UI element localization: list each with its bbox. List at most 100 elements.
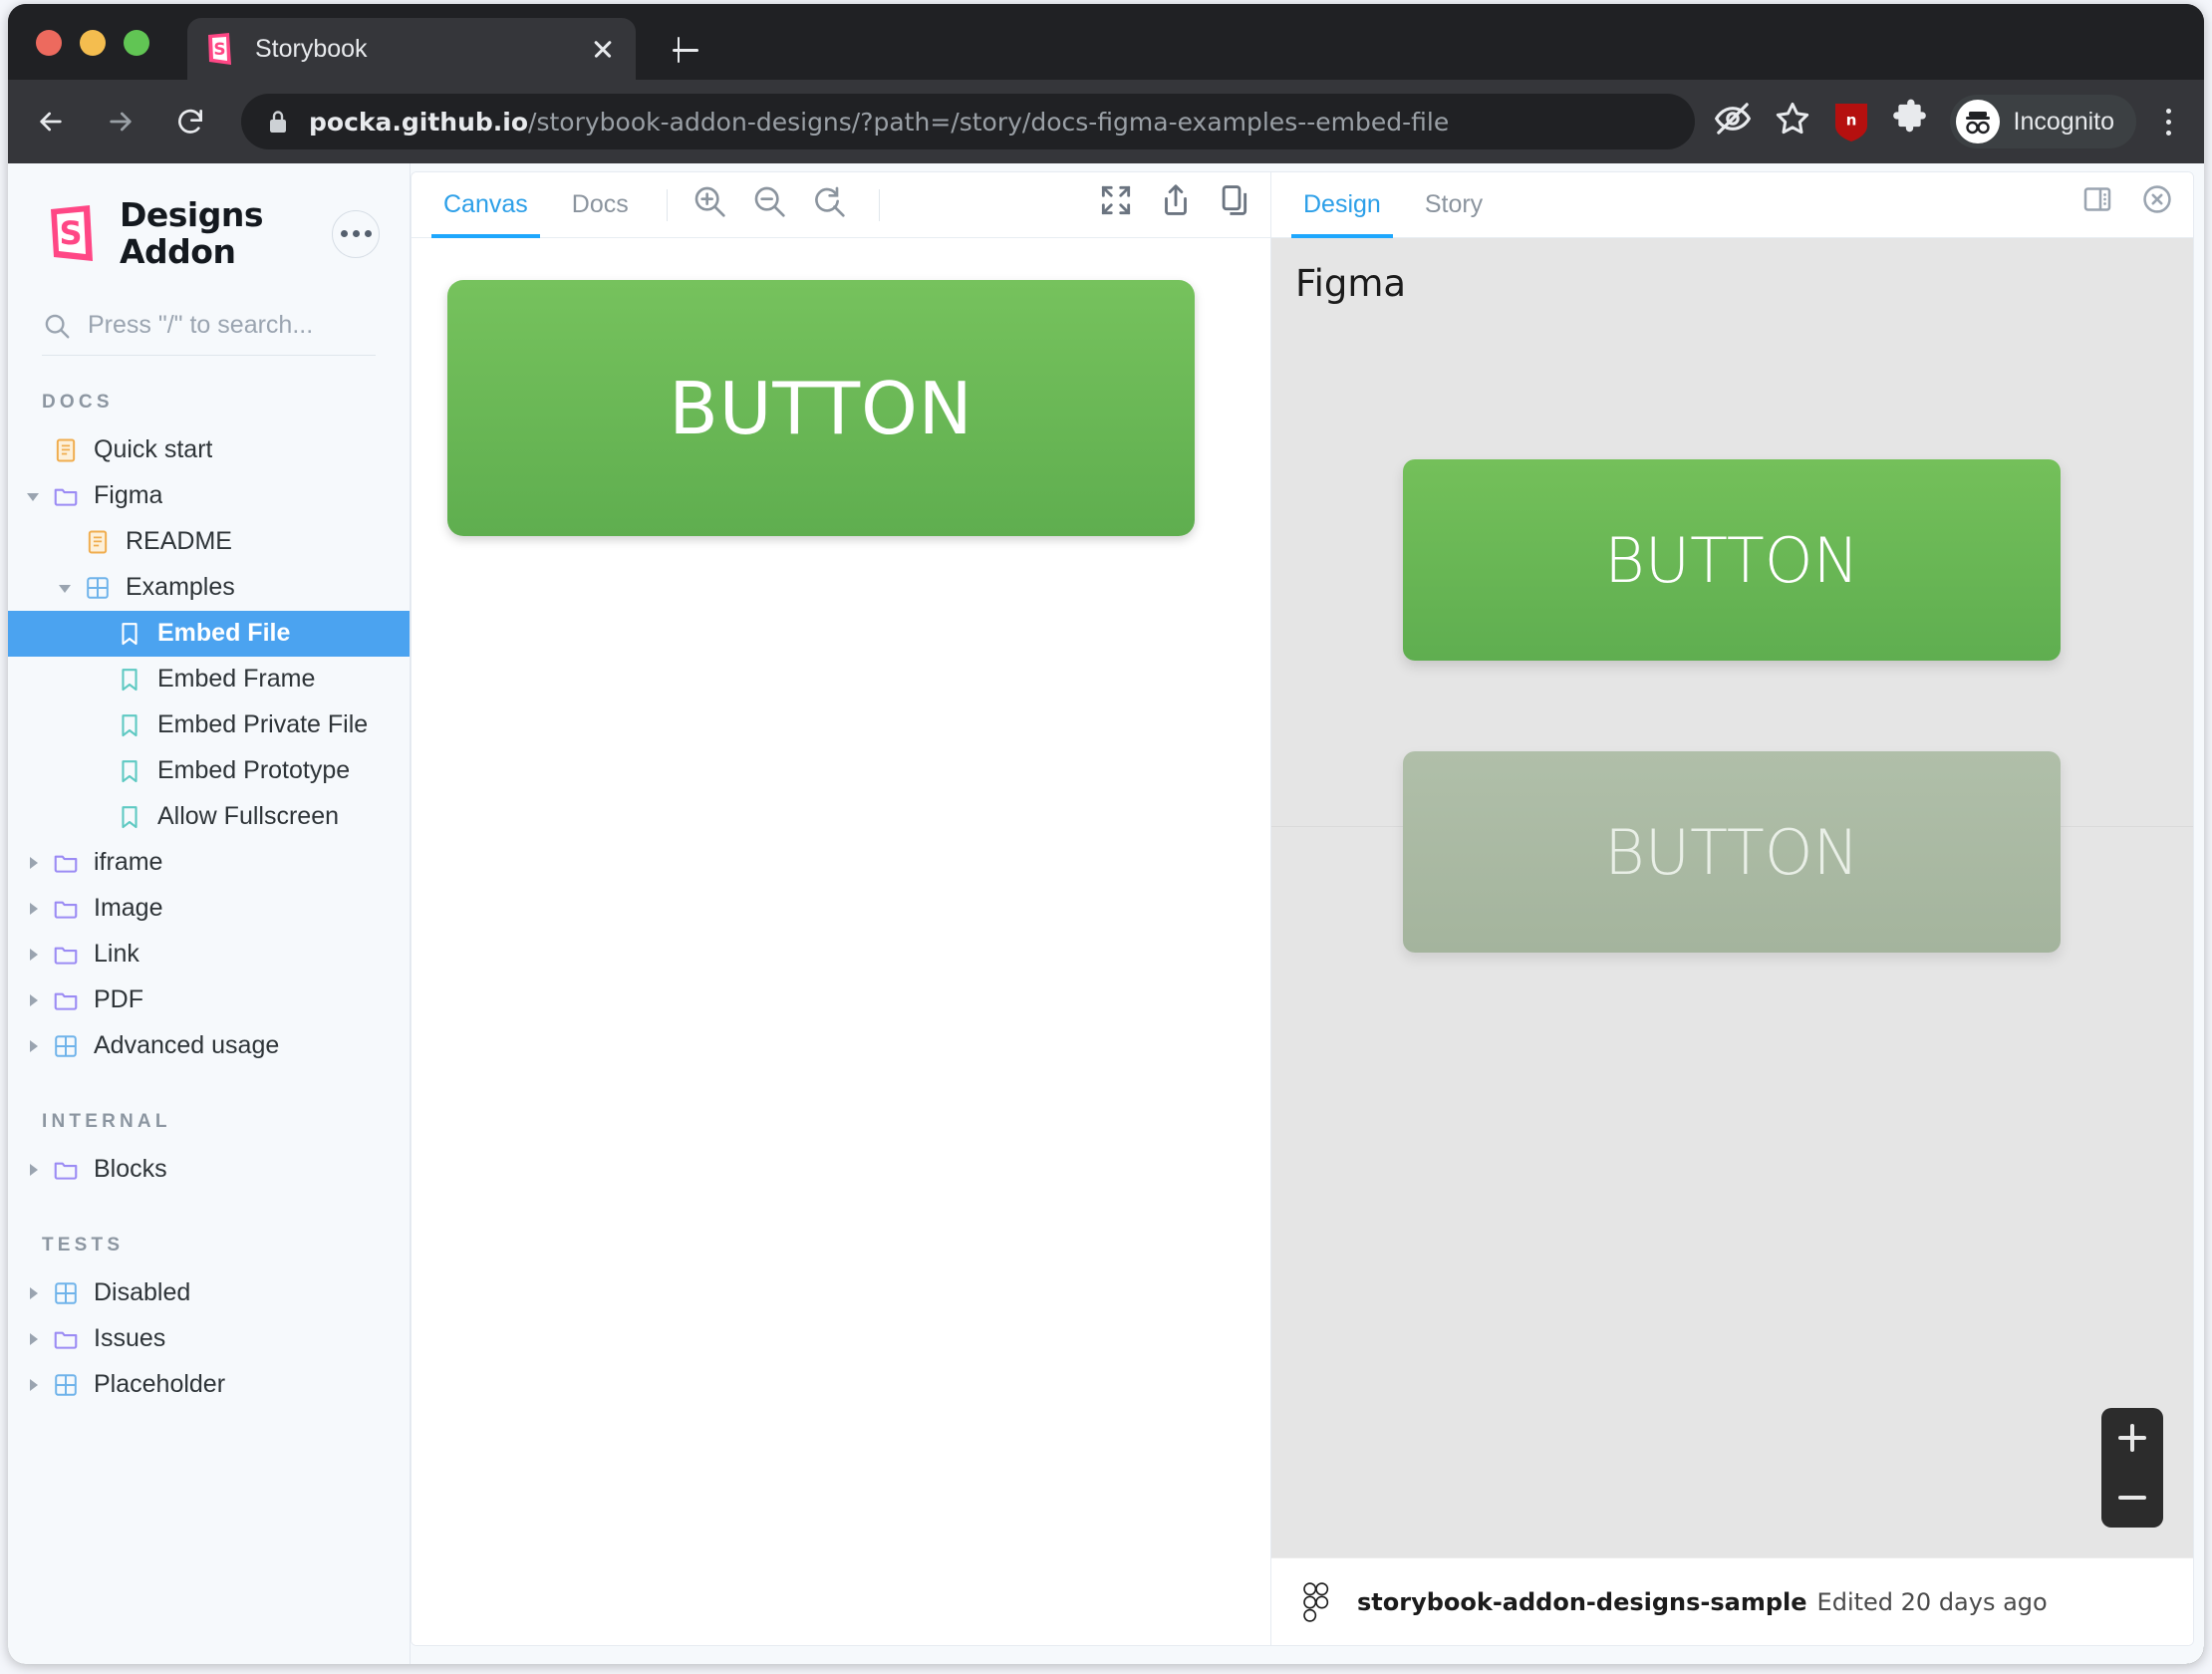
sidebar-group-label: DOCS <box>8 392 410 414</box>
storybook-sidebar: S Designs Addon DOCSQu <box>8 163 411 1664</box>
zoom-in-icon[interactable] <box>690 181 737 229</box>
figma-footer: storybook-addon-designs-sample Edited 20… <box>1271 1557 2193 1645</box>
chevron-right-icon[interactable] <box>24 1270 46 1316</box>
tab-docs-label: Docs <box>572 190 629 219</box>
zoom-out-icon[interactable] <box>749 181 797 229</box>
figma-embed[interactable]: Figma BUTTON BUTTON <box>1271 238 2193 1557</box>
chevron-down-icon[interactable] <box>56 565 78 611</box>
more-options-icon[interactable] <box>332 210 380 258</box>
tab-docs[interactable]: Docs <box>550 172 651 237</box>
sidebar-item-allow-fullscreen[interactable]: Allow Fullscreen <box>8 794 410 840</box>
sidebar-item-blocks[interactable]: Blocks <box>8 1147 410 1193</box>
sidebar-brand: Designs Addon <box>120 197 332 271</box>
puzzle-piece-icon[interactable] <box>1890 99 1936 144</box>
story-icon <box>116 666 143 694</box>
sidebar-item-link[interactable]: Link <box>8 932 410 977</box>
folder-icon <box>52 1325 80 1353</box>
chevron-right-icon[interactable] <box>24 886 46 932</box>
sidebar-item-pdf[interactable]: PDF <box>8 977 410 1023</box>
url-host: pocka.github.io <box>309 108 528 137</box>
figma-edited-text: Edited 20 days ago <box>1817 1588 2048 1616</box>
forward-arrow-icon[interactable] <box>94 95 147 148</box>
back-arrow-icon[interactable] <box>24 95 78 148</box>
sidebar-group-label: INTERNAL <box>8 1111 410 1133</box>
sidebar-item-advanced-usage[interactable]: Advanced usage <box>8 1023 410 1069</box>
reload-icon[interactable] <box>163 95 217 148</box>
sidebar-item-embed-frame[interactable]: Embed Frame <box>8 657 410 702</box>
story-canvas: BUTTON <box>412 238 1270 1645</box>
tab-story[interactable]: Story <box>1403 172 1505 237</box>
browser-tab[interactable]: S Storybook <box>187 18 636 80</box>
panel-position-icon[interactable] <box>2079 181 2127 229</box>
sidebar-item-label: iframe <box>94 848 162 877</box>
copy-link-icon[interactable] <box>1217 181 1264 229</box>
figma-zoom-out-button[interactable] <box>2101 1468 2163 1528</box>
window-close-button[interactable] <box>36 30 62 56</box>
figma-zoom-in-button[interactable] <box>2101 1408 2163 1468</box>
chevron-right-icon[interactable] <box>24 1316 46 1362</box>
figma-button-enabled-label: BUTTON <box>1604 524 1859 597</box>
tab-design[interactable]: Design <box>1281 172 1403 237</box>
chevron-right-icon[interactable] <box>24 977 46 1023</box>
figma-button-enabled[interactable]: BUTTON <box>1403 459 2061 661</box>
sidebar-item-label: Embed Frame <box>157 665 315 694</box>
tab-canvas[interactable]: Canvas <box>421 172 550 237</box>
chevron-right-icon[interactable] <box>24 932 46 977</box>
figma-logo-icon <box>1299 1582 1333 1622</box>
url-bar[interactable]: pocka.github.io/storybook-addon-designs/… <box>241 94 1695 149</box>
caret-spacer <box>24 427 46 473</box>
addon-panel: Design Story <box>1271 172 2193 1645</box>
chevron-right-icon[interactable] <box>24 1362 46 1408</box>
sidebar-item-readme[interactable]: README <box>8 519 410 565</box>
component-icon <box>52 1371 80 1399</box>
sidebar-item-examples[interactable]: Examples <box>8 565 410 611</box>
tab-close-icon[interactable] <box>586 32 620 66</box>
storybook-logo-icon: S <box>42 203 104 265</box>
figma-file-name: storybook-addon-designs-sample <box>1357 1588 1807 1616</box>
window-maximize-button[interactable] <box>124 30 149 56</box>
document-icon <box>84 528 112 556</box>
sidebar-item-figma[interactable]: Figma <box>8 473 410 519</box>
sidebar-item-quick-start[interactable]: Quick start <box>8 427 410 473</box>
sidebar-item-label: README <box>126 527 232 556</box>
sidebar-item-disabled[interactable]: Disabled <box>8 1270 410 1316</box>
figma-button-disabled[interactable]: BUTTON <box>1403 751 2061 953</box>
window-minimize-button[interactable] <box>80 30 106 56</box>
star-icon[interactable] <box>1773 99 1818 144</box>
story-button[interactable]: BUTTON <box>447 280 1195 536</box>
sidebar-item-iframe[interactable]: iframe <box>8 840 410 886</box>
chevron-down-icon[interactable] <box>24 473 46 519</box>
sidebar-item-embed-prototype[interactable]: Embed Prototype <box>8 748 410 794</box>
chevron-right-icon[interactable] <box>24 840 46 886</box>
kebab-menu-icon[interactable] <box>2146 98 2190 145</box>
sidebar-item-image[interactable]: Image <box>8 886 410 932</box>
figma-button-disabled-label: BUTTON <box>1604 816 1859 889</box>
addon-toolbar: Design Story <box>1271 172 2193 238</box>
sidebar-item-placeholder[interactable]: Placeholder <box>8 1362 410 1408</box>
tab-canvas-label: Canvas <box>443 190 528 219</box>
open-in-new-tab-icon[interactable] <box>1157 181 1205 229</box>
profile-chip[interactable]: Incognito <box>1950 95 2136 148</box>
sidebar-item-label: Quick start <box>94 435 212 464</box>
sidebar-item-embed-file[interactable]: Embed File <box>8 611 410 657</box>
component-icon <box>52 1032 80 1060</box>
close-panel-icon[interactable] <box>2139 181 2187 229</box>
storybook-main: Canvas Docs <box>411 171 2194 1646</box>
sidebar-item-embed-private-file[interactable]: Embed Private File <box>8 702 410 748</box>
window-traffic-lights <box>36 30 149 56</box>
zoom-reset-icon[interactable] <box>809 181 857 229</box>
sidebar-item-issues[interactable]: Issues <box>8 1316 410 1362</box>
search-input[interactable] <box>88 311 409 340</box>
lock-icon <box>267 109 289 135</box>
story-icon <box>116 620 143 648</box>
ublock-origin-icon[interactable]: u <box>1832 101 1870 142</box>
chevron-right-icon[interactable] <box>24 1147 46 1193</box>
eye-slash-icon[interactable] <box>1713 99 1759 144</box>
component-icon <box>84 574 112 602</box>
sidebar-search[interactable] <box>42 311 376 356</box>
chevron-right-icon[interactable] <box>24 1023 46 1069</box>
sidebar-item-label: PDF <box>94 985 143 1014</box>
new-tab-button[interactable] <box>666 30 705 70</box>
sidebar-item-label: Embed Prototype <box>157 756 350 785</box>
fullscreen-icon[interactable] <box>1097 181 1145 229</box>
